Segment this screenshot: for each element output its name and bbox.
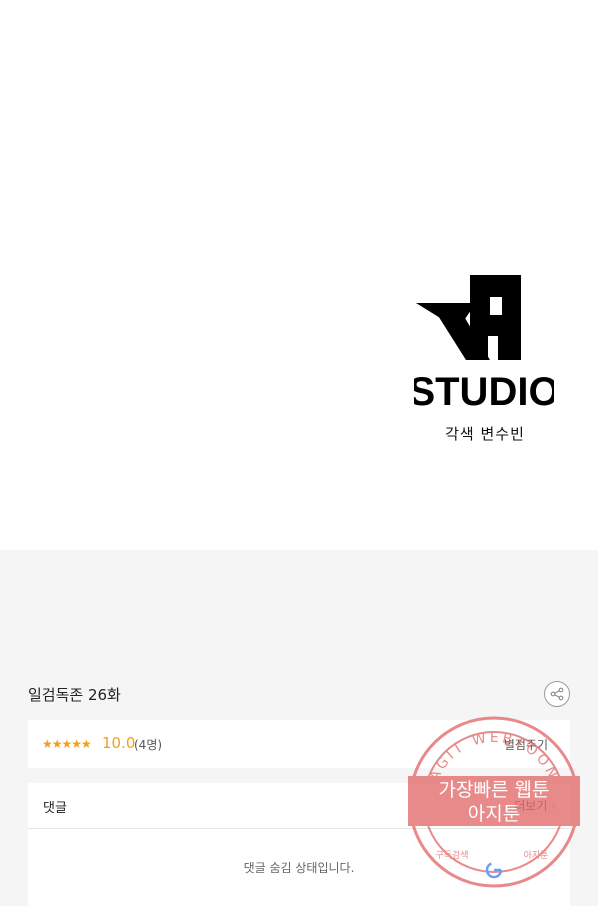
credit-text: 각색 변수빈 — [445, 425, 525, 443]
rating-score: 10.0 — [102, 734, 136, 752]
rating-card: ★★★★★ 10.0 (4명) 별점주기 — [28, 720, 570, 768]
studio-logo-text: STUDIO — [414, 370, 554, 412]
share-button[interactable] — [544, 681, 570, 707]
chevron-right-icon: › — [551, 799, 556, 813]
comments-hidden-message: 댓글 숨김 상태입니다. — [243, 861, 355, 875]
webtoon-artwork: STUDIO 각색 변수빈 — [0, 0, 598, 550]
comment-card: 댓글 더보기 › 댓글 숨김 상태입니다. — [28, 783, 570, 906]
rating-count: (4명) — [134, 738, 163, 752]
studio-logo: STUDIO — [414, 275, 554, 412]
share-icon — [550, 687, 564, 701]
comment-header: 댓글 더보기 › — [28, 783, 570, 829]
comment-label: 댓글 — [43, 801, 67, 816]
episode-title: 일검독존 26화 — [28, 686, 121, 704]
comment-more-button[interactable]: 더보기 › — [514, 797, 556, 814]
rating-stars: ★★★★★ — [42, 737, 92, 751]
rate-button[interactable]: 별점주기 — [504, 736, 548, 753]
comment-more-label: 더보기 — [514, 799, 548, 813]
